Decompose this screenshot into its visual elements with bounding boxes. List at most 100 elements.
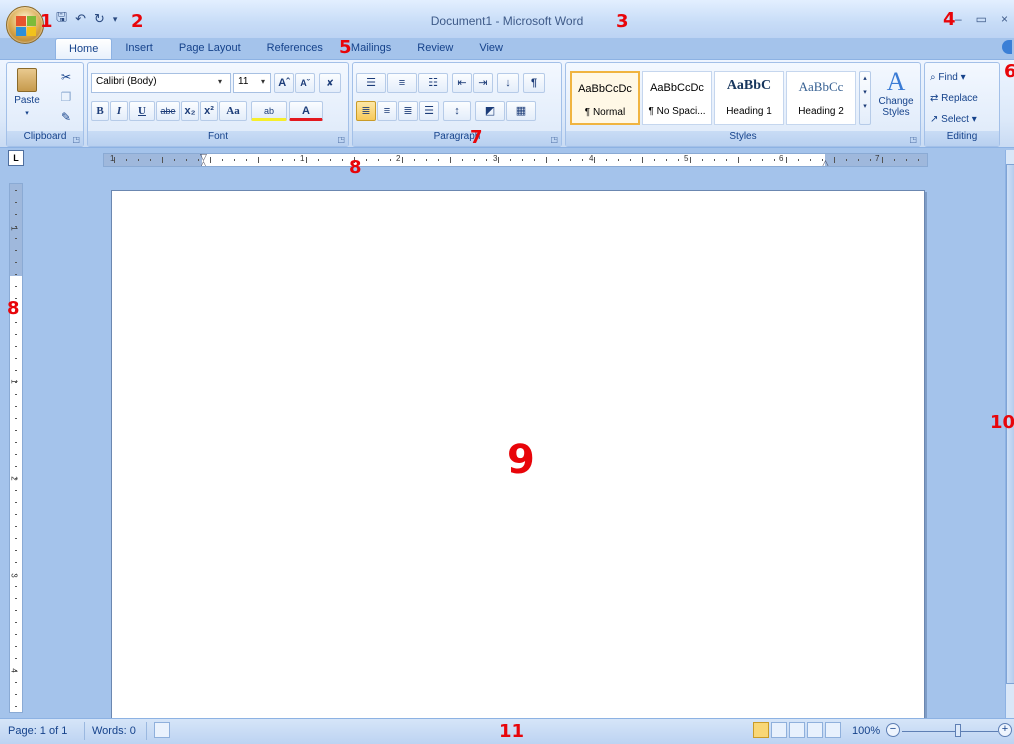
print-layout-view-icon[interactable] — [753, 722, 769, 738]
shading-icon[interactable]: ◩ — [475, 101, 505, 121]
show-marks-button[interactable]: ¶ — [523, 73, 545, 93]
ruler-tick — [498, 157, 499, 163]
sort-button[interactable]: ↓ — [497, 73, 519, 93]
style-normal[interactable]: AaBbCcDc ¶ Normal — [570, 71, 640, 125]
style-heading-1[interactable]: AaBbC Heading 1 — [714, 71, 784, 125]
web-layout-view-icon[interactable] — [789, 722, 805, 738]
format-painter-icon[interactable]: ✎ — [55, 107, 77, 125]
tab-review[interactable]: Review — [404, 38, 466, 60]
tab-mailings[interactable]: Mailings — [351, 38, 404, 60]
office-button[interactable] — [6, 6, 44, 44]
ruler-tick — [15, 238, 17, 239]
underline-button[interactable]: U — [129, 101, 155, 121]
tab-home[interactable]: Home — [55, 38, 113, 60]
justify-icon[interactable]: ☰ — [419, 101, 439, 121]
zoom-slider-thumb[interactable] — [955, 724, 961, 737]
font-size-box[interactable]: 11 — [233, 73, 271, 93]
find-button[interactable]: ⌕ Find ▾ — [929, 68, 995, 88]
annotation-marker-6: 6 — [1004, 61, 1014, 82]
paragraph-group-label: Paragraph — [353, 131, 561, 146]
right-indent-marker[interactable]: △ — [822, 158, 829, 166]
shrink-font-button[interactable]: Aˇ — [295, 73, 315, 93]
decrease-indent-icon[interactable]: ⇤ — [452, 73, 472, 93]
multilevel-list-icon[interactable]: ☷ — [418, 73, 448, 93]
ruler-tick — [15, 226, 17, 227]
page-count[interactable]: Page: 1 of 1 — [8, 725, 67, 737]
ruler-tick — [15, 574, 17, 575]
change-case-button[interactable]: Aa — [219, 101, 247, 121]
ruler-tick — [174, 159, 175, 161]
font-launcher-icon[interactable]: ◳ — [337, 135, 345, 144]
align-left-icon[interactable]: ≣ — [356, 101, 376, 121]
style-heading-2[interactable]: AaBbCc Heading 2 — [786, 71, 856, 125]
numbering-icon[interactable]: ≡ — [387, 73, 417, 93]
tab-insert[interactable]: Insert — [112, 38, 166, 60]
font-name-box[interactable]: Calibri (Body) — [91, 73, 231, 93]
draft-view-icon[interactable] — [825, 722, 841, 738]
ruler-tick — [522, 159, 523, 161]
ruler-tick — [570, 159, 571, 161]
close-button[interactable]: × — [1001, 12, 1008, 26]
full-screen-reading-view-icon[interactable] — [771, 722, 787, 738]
increase-indent-icon[interactable]: ⇥ — [473, 73, 493, 93]
annotation-marker-5: 5 — [339, 37, 352, 58]
style-no-spacing[interactable]: AaBbCcDc ¶ No Spaci... — [642, 71, 712, 125]
minimize-button[interactable]: – — [955, 12, 962, 26]
font-name-dropdown-icon[interactable]: ▾ — [218, 77, 222, 86]
ruler-tick — [15, 454, 17, 455]
ruler-tick — [462, 159, 463, 161]
horizontal-ruler[interactable]: 1 1 2 3 4 5 6 7 ▽ △ △ — [103, 153, 928, 167]
word-count[interactable]: Words: 0 — [92, 725, 136, 737]
tab-page-layout[interactable]: Page Layout — [166, 38, 254, 60]
highlight-button[interactable]: ab — [251, 101, 287, 121]
tab-selector[interactable]: L — [8, 150, 24, 166]
cut-icon[interactable]: ✂ — [55, 67, 77, 85]
font-color-button[interactable]: A — [289, 101, 323, 121]
align-center-icon[interactable]: ≡ — [377, 101, 397, 121]
restore-button[interactable]: ▭ — [976, 12, 987, 26]
font-size-dropdown-icon[interactable]: ▾ — [261, 77, 265, 86]
proofing-icon[interactable] — [154, 722, 170, 738]
bold-button[interactable]: B — [91, 101, 109, 121]
styles-scroll-icon[interactable]: ▴ ▾ ▾ — [859, 71, 871, 125]
zoom-slider[interactable] — [902, 731, 998, 732]
annotation-marker-8-horizontal: 8 — [349, 157, 362, 178]
ruler-tick — [306, 157, 307, 163]
replace-button[interactable]: ⇄ Replace — [929, 89, 995, 109]
tab-references[interactable]: References — [254, 38, 351, 60]
clear-formatting-icon[interactable]: ✘ — [319, 73, 341, 93]
vertical-scrollbar[interactable] — [1005, 150, 1014, 718]
change-styles-button[interactable]: A Change Styles — [874, 67, 918, 129]
ruler-tick — [15, 670, 17, 671]
strikethrough-button[interactable]: abe — [156, 101, 180, 121]
paste-button[interactable]: Paste ▾ — [10, 65, 44, 129]
ruler-tick — [846, 159, 847, 161]
italic-button[interactable]: I — [110, 101, 128, 121]
ruler-tick — [378, 159, 379, 161]
paragraph-launcher-icon[interactable]: ◳ — [550, 135, 558, 144]
borders-icon[interactable]: ▦ — [506, 101, 536, 121]
styles-launcher-icon[interactable]: ◳ — [909, 135, 917, 144]
tab-view[interactable]: View — [466, 38, 516, 60]
ruler-tick — [222, 159, 223, 161]
styles-group: AaBbCcDc ¶ Normal AaBbCcDc ¶ No Spaci...… — [565, 62, 921, 147]
select-button[interactable]: ↗ Select ▾ — [929, 110, 995, 130]
zoom-out-button[interactable]: − — [886, 723, 900, 737]
copy-icon[interactable]: ❐ — [55, 87, 77, 105]
line-spacing-icon[interactable]: ↕ — [443, 101, 471, 121]
subscript-button[interactable]: x₂ — [181, 101, 199, 121]
ruler-tick — [15, 490, 17, 491]
clipboard-launcher-icon[interactable]: ◳ — [72, 135, 80, 144]
superscript-button[interactable]: x² — [200, 101, 218, 121]
first-line-indent-marker[interactable]: ▽ △ — [200, 154, 207, 166]
zoom-in-button[interactable]: + — [998, 723, 1012, 737]
zoom-level[interactable]: 100% — [852, 725, 880, 737]
help-icon[interactable] — [1002, 40, 1012, 54]
ruler-tick — [294, 159, 295, 161]
outline-view-icon[interactable] — [807, 722, 823, 738]
grow-font-button[interactable]: Aˆ — [274, 73, 294, 93]
align-right-icon[interactable]: ≣ — [398, 101, 418, 121]
bullets-icon[interactable]: ☰ — [356, 73, 386, 93]
ruler-tick — [558, 159, 559, 161]
vertical-ruler[interactable]: 1 1 2 3 4 — [9, 183, 23, 713]
